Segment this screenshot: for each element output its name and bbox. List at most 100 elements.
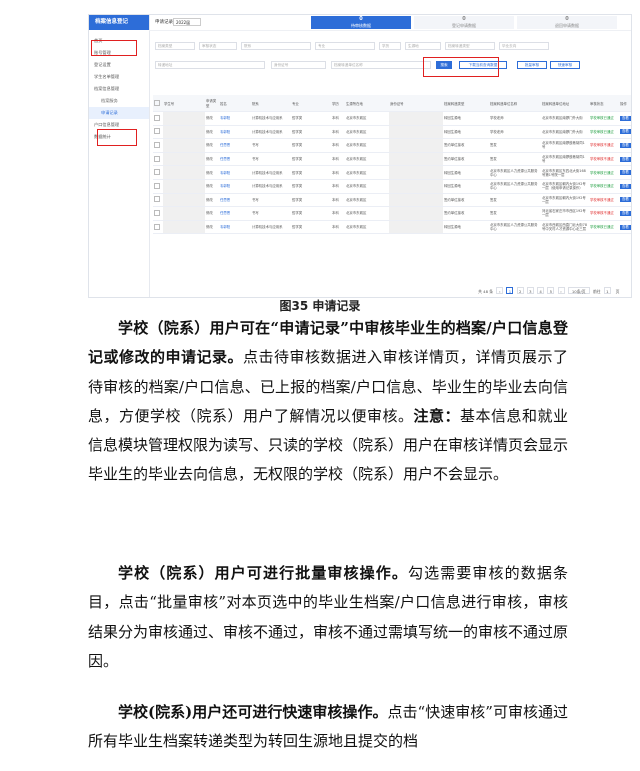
sidebar-item-apply-record[interactable]: 申请记录 (89, 107, 149, 119)
origin-cell: 北京市东城区 (345, 111, 389, 126)
view-button[interactable]: 查看 (620, 183, 631, 189)
transfer-type-cell: 签约单位接收 (443, 206, 489, 221)
table-row[interactable]: 修改 韦郭阳 计算机技术与应用系 哲学类 本科 北京市东城区 转回生源地 学校老师 北京市东城区… (153, 111, 631, 126)
name-link[interactable]: 韦郭阳 (219, 179, 251, 194)
filter-transfer-type[interactable]: 档案转递类型 (445, 42, 495, 50)
filter-origin[interactable]: 生源地 (405, 42, 441, 50)
col-unit-address: 档案转递单位地址 (541, 95, 589, 112)
name-link[interactable]: 任思恩 (219, 138, 251, 153)
origin-cell: 北京市东城区 (345, 125, 389, 140)
col-apply-type: 申请类型 (205, 95, 219, 112)
row-checkbox[interactable] (154, 196, 160, 203)
filter-dept[interactable]: 院系 (241, 42, 311, 50)
degree-cell: 本科 (331, 220, 345, 235)
filter-idcard[interactable]: 身份证号 (271, 61, 326, 69)
tab-pending[interactable]: 0 待审核数据 (311, 16, 411, 29)
prev-page-icon[interactable]: ‹ (496, 287, 504, 294)
name-link[interactable]: 韦郭阳 (219, 111, 251, 126)
filter-address[interactable]: 转递地址 (155, 61, 265, 69)
records-table: 学生号 申请类型 姓名 院系 专业 学历 生源所在地 身份证号 档案转递类型 档… (153, 95, 631, 235)
next-page-icon[interactable]: › (557, 287, 565, 294)
tab-register[interactable]: 0 登记申请数据 (414, 16, 514, 29)
col-transfer-type: 档案转递类型 (443, 95, 489, 112)
filter-destination[interactable]: 毕业去向 (499, 42, 549, 50)
tab-return[interactable]: 0 退回申请数据 (517, 16, 617, 29)
sidebar-item-students[interactable]: 学生名单管理 (89, 71, 149, 83)
filter-status[interactable]: 审核状态 (199, 42, 237, 50)
name-link[interactable]: 韦郭阳 (219, 165, 251, 180)
student-no-cell (163, 220, 205, 235)
view-button[interactable]: 查看 (620, 142, 631, 148)
table-row[interactable]: 修改 任思恩 书写 哲学类 本科 北京市东城区 签约单位接收 签发 河北省石家庄市市西区192号… (153, 206, 631, 221)
sidebar-item-settings[interactable]: 登记设置 (89, 59, 149, 71)
page-5[interactable]: 5 (547, 287, 555, 294)
page-1[interactable]: 1 (506, 287, 514, 294)
name-link[interactable]: 韦郭阳 (219, 125, 251, 140)
view-button[interactable]: 查看 (620, 156, 631, 162)
unit-address-cell: 北京市东城区朝内大街192号一层 (541, 193, 589, 208)
degree-cell: 本科 (331, 206, 345, 221)
name-link[interactable]: 任思恩 (219, 206, 251, 221)
select-all-checkbox[interactable] (154, 99, 160, 106)
view-button[interactable]: 查看 (620, 224, 631, 230)
apply-type-cell: 修改 (205, 220, 219, 235)
unit-name-cell: 学校老师 (489, 125, 541, 140)
year-select[interactable]: 2022届 (173, 18, 201, 26)
view-button[interactable]: 查看 (620, 197, 631, 203)
view-button[interactable]: 查看 (620, 115, 631, 121)
row-checkbox[interactable] (154, 155, 160, 162)
status-badge: 学校审核已通过 (589, 165, 619, 180)
unit-address-cell: 北京市东城区朝内大街192号一层（使用申请记录操作） (541, 179, 589, 194)
apply-type-cell: 修改 (205, 165, 219, 180)
page-size-select[interactable]: 10条/页 (567, 287, 590, 294)
student-no-cell (163, 193, 205, 208)
table-row[interactable]: 修改 韦郭阳 计算机技术与应用系 哲学类 本科 北京市东城区 转回生源地 北京市东城区人力资源… (153, 179, 631, 194)
row-checkbox[interactable] (154, 182, 160, 189)
table-row[interactable]: 修改 任思恩 书写 哲学类 本科 北京市东城区 签约单位接收 签发 北京市东城区朝内大街192号… (153, 193, 631, 208)
transfer-type-cell: 签约单位接收 (443, 138, 489, 153)
name-link[interactable]: 韦郭阳 (219, 220, 251, 235)
table-row[interactable]: 修改 韦郭阳 计算机技术与应用系 哲学类 本科 北京市东城区 转回生源地 北京市东城区人力资源… (153, 220, 631, 235)
row-checkbox[interactable] (154, 209, 160, 216)
status-badge: 学校审核已通过 (589, 111, 619, 126)
unit-name-cell: 签发 (489, 193, 541, 208)
table-row[interactable]: 修改 韦郭阳 计算机技术与应用系 哲学类 本科 北京市东城区 转回生源地 北京市东城区人力资源… (153, 165, 631, 180)
table-row[interactable]: 修改 韦郭阳 计算机技术与应用系 哲学类 本科 北京市东城区 转回生源地 学校老师 北京市东城区… (153, 125, 631, 140)
filter-unit-name[interactable]: 档案转递单位名称 (331, 61, 431, 69)
student-no-cell (163, 152, 205, 167)
filter-archive-type[interactable]: 档案类型 (155, 42, 195, 50)
table-row[interactable]: 修改 任思恩 书写 哲学类 本科 北京市东城区 签约单位接收 签发 北京市东城区南锣鼓巷胡同1号… (153, 152, 631, 167)
dept-cell: 计算机技术与应用系 (251, 165, 291, 180)
table-row[interactable]: 修改 任思恩 书写 哲学类 本科 北京市东城区 签约单位接收 签发 北京市东城区南锣鼓巷胡同1号… (153, 138, 631, 153)
status-badge: 学校审核已通过 (589, 220, 619, 235)
view-button[interactable]: 查看 (620, 129, 631, 135)
row-checkbox[interactable] (154, 128, 160, 135)
batch-audit-button[interactable]: 批量审核 (517, 61, 547, 69)
filter-major[interactable]: 专业 (315, 42, 375, 50)
page-2[interactable]: 2 (516, 287, 524, 294)
transfer-type-cell: 签约单位接收 (443, 152, 489, 167)
name-link[interactable]: 任思恩 (219, 152, 251, 167)
degree-cell: 本科 (331, 138, 345, 153)
paragraph-2: 学校（院系）用户可进行批量审核操作。勾选需要审核的数据条目，点击“批量审核”对本… (88, 564, 569, 670)
highlight-box (423, 57, 499, 77)
view-button[interactable]: 查看 (620, 210, 631, 216)
goto-input[interactable]: 1 (603, 287, 611, 294)
view-button[interactable]: 查看 (620, 170, 631, 176)
row-checkbox[interactable] (154, 169, 160, 176)
page-3[interactable]: 3 (526, 287, 534, 294)
student-no-cell (163, 206, 205, 221)
row-checkbox[interactable] (154, 114, 160, 121)
sidebar-item-archive[interactable]: 档案信息管理 (89, 83, 149, 95)
student-no-cell (163, 111, 205, 126)
quick-audit-button[interactable]: 快速审核 (550, 61, 580, 69)
filter-degree[interactable]: 学历 (379, 42, 401, 50)
unit-address-cell: 北京市东城区南锣鼓巷胡同1号 (541, 138, 589, 153)
sidebar-item-archive-service[interactable]: 档案服务 (89, 95, 149, 107)
row-checkbox[interactable] (154, 141, 160, 148)
origin-cell: 北京市东城区 (345, 193, 389, 208)
apply-type-cell: 修改 (205, 179, 219, 194)
page-4[interactable]: 4 (537, 287, 545, 294)
name-link[interactable]: 任思恩 (219, 193, 251, 208)
row-checkbox[interactable] (154, 223, 160, 230)
